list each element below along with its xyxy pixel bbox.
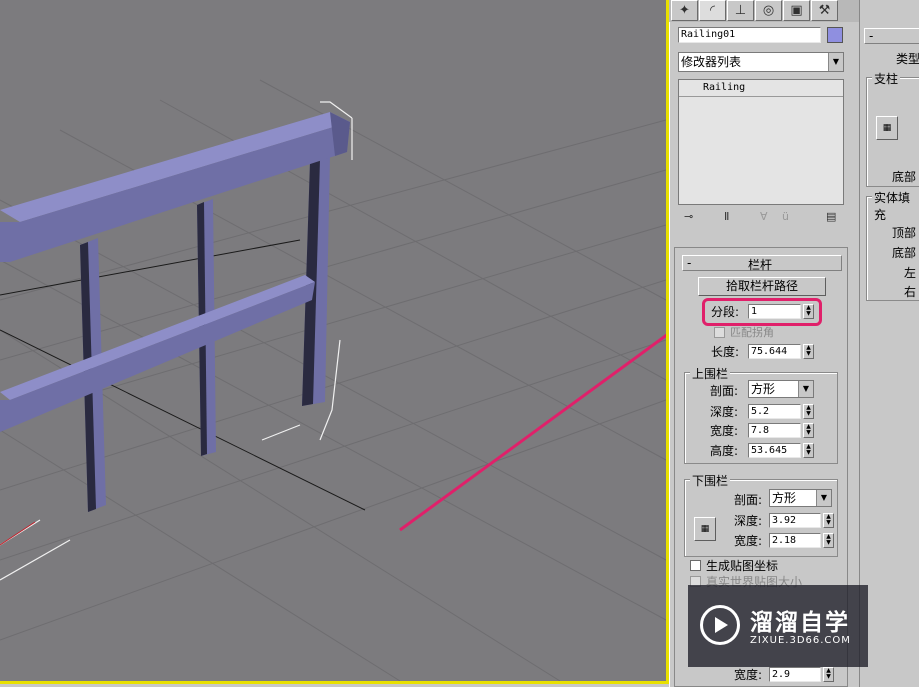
top-depth-field[interactable]: 5.2 xyxy=(748,404,801,419)
show-end-result-icon[interactable]: Ⅱ xyxy=(724,210,729,223)
segments-field[interactable]: 1 xyxy=(748,304,801,319)
watermark-url: ZIXUE.3D66.COM xyxy=(750,635,851,646)
segments-spinner[interactable]: ▲ ▼ xyxy=(803,304,814,319)
top-rail xyxy=(0,112,350,262)
top-profile-value: 方形 xyxy=(751,382,776,396)
length-field[interactable]: 75.644 xyxy=(748,344,801,359)
length-spinner[interactable]: ▲ ▼ xyxy=(803,344,814,359)
create-icon[interactable]: ✦ xyxy=(671,0,698,21)
top-height-field[interactable]: 53.645 xyxy=(748,443,801,458)
top-height-label: 高度: xyxy=(710,444,739,458)
segments-label: 分段: xyxy=(711,305,740,319)
perspective-viewport[interactable] xyxy=(0,0,669,684)
lower-width-label: 宽度: xyxy=(734,534,763,548)
bottom-offset-label: 底部 xyxy=(892,246,917,260)
display-icon[interactable]: ▣ xyxy=(783,0,810,21)
gen-mapping-label: 生成贴图坐标 xyxy=(706,559,779,573)
railing-rollout-header[interactable]: - 栏杆 xyxy=(682,255,842,272)
respect-corners-label: 匹配拐角 xyxy=(730,326,774,339)
top-profile-label: 剖面: xyxy=(710,384,739,398)
lower-depth-spinner[interactable]: ▲ ▼ xyxy=(823,513,834,528)
top-width-field[interactable]: 7.8 xyxy=(748,423,801,438)
make-unique-icon[interactable]: ∀ xyxy=(760,210,768,223)
watermark-title: 溜溜自学 xyxy=(750,610,850,636)
stack-toolbar: ⊸ Ⅱ ∀ ü ▤ xyxy=(678,210,844,228)
rollout-title: 栏杆 xyxy=(748,258,773,272)
left-offset-label: 左 xyxy=(904,266,917,280)
lower-depth-field[interactable]: 3.92 xyxy=(769,513,821,528)
configure-sets-icon[interactable]: ▤ xyxy=(826,210,836,223)
modifier-stack[interactable]: Railing xyxy=(678,79,844,205)
posts-label: 支柱 xyxy=(872,70,901,87)
top-depth-spinner[interactable]: ▲ ▼ xyxy=(803,404,814,419)
rollout-collapse-button[interactable]: - xyxy=(869,29,873,43)
command-panel-tabs: ✦ ◜ ⊥ ◎ ▣ ⚒ xyxy=(669,0,859,23)
hierarchy-icon[interactable]: ⊥ xyxy=(727,0,754,21)
watermark: 溜溜自学 ZIXUE.3D66.COM xyxy=(688,585,868,667)
bottom-width-field[interactable]: 2.9 xyxy=(769,667,821,682)
type-label: 类型 xyxy=(896,52,919,66)
lower-rail-title: 下围栏 xyxy=(690,472,731,489)
stack-item-railing[interactable]: Railing xyxy=(679,80,843,97)
lower-profile-value: 方形 xyxy=(772,491,797,505)
pin-stack-icon[interactable]: ⊸ xyxy=(684,210,693,223)
lower-width-field[interactable]: 2.18 xyxy=(769,533,821,548)
posts-bottom-label: 底部 xyxy=(892,170,917,184)
railing-scene xyxy=(0,79,666,681)
lower-rail-spacing-button[interactable]: ▦ xyxy=(694,517,716,541)
top-width-spinner[interactable]: ▲ ▼ xyxy=(803,423,814,438)
lower-profile-dropdown[interactable]: 方形 ▼ xyxy=(769,489,832,507)
top-profile-dropdown[interactable]: 方形 ▼ xyxy=(748,380,814,398)
axis-marker xyxy=(0,521,36,546)
chevron-down-icon[interactable]: ▼ xyxy=(798,381,813,397)
motion-icon[interactable]: ◎ xyxy=(755,0,782,21)
top-offset-label: 顶部 xyxy=(892,226,917,240)
watermark-logo-icon xyxy=(700,605,740,645)
top-rail-title: 上围栏 xyxy=(690,365,731,382)
modifier-list-label: 修改器列表 xyxy=(681,55,742,69)
length-label: 长度: xyxy=(711,345,740,359)
lower-profile-label: 剖面: xyxy=(734,493,763,507)
utilities-icon[interactable]: ⚒ xyxy=(811,0,838,21)
posts-spacing-button[interactable]: ▦ xyxy=(876,116,898,140)
rollout-collapse-button[interactable]: - xyxy=(687,256,691,270)
bottom-width-spinner[interactable]: ▲ ▼ xyxy=(823,667,834,682)
chevron-down-icon[interactable]: ▼ xyxy=(828,53,843,71)
top-width-label: 宽度: xyxy=(710,424,739,438)
bottom-width-label: 宽度: xyxy=(734,668,763,682)
top-depth-label: 深度: xyxy=(710,405,739,419)
top-height-spinner[interactable]: ▲ ▼ xyxy=(803,443,814,458)
respect-corners-checkbox[interactable] xyxy=(714,327,725,338)
object-name-field[interactable]: Railing01 xyxy=(678,27,821,43)
chevron-down-icon[interactable]: ▼ xyxy=(816,490,831,506)
object-color-swatch[interactable] xyxy=(827,27,843,43)
right-offset-label: 右 xyxy=(904,285,917,299)
pick-railing-path-button[interactable]: 拾取栏杆路径 xyxy=(698,277,826,296)
gen-mapping-checkbox[interactable] xyxy=(690,560,701,571)
posts-rollout-header[interactable]: - xyxy=(864,28,919,44)
modifier-list-dropdown[interactable]: 修改器列表 ▼ xyxy=(678,52,844,72)
lower-depth-label: 深度: xyxy=(734,514,763,528)
solid-fill-label: 实体填充 xyxy=(872,189,919,223)
annotation-arrow xyxy=(399,333,666,532)
remove-modifier-icon[interactable]: ü xyxy=(782,210,789,223)
modify-icon[interactable]: ◜ xyxy=(699,0,726,21)
secondary-panel: - 类型 支柱 ▦ 底部 实体填充 顶部 底部 左 右 xyxy=(859,0,919,687)
lower-width-spinner[interactable]: ▲ ▼ xyxy=(823,533,834,548)
